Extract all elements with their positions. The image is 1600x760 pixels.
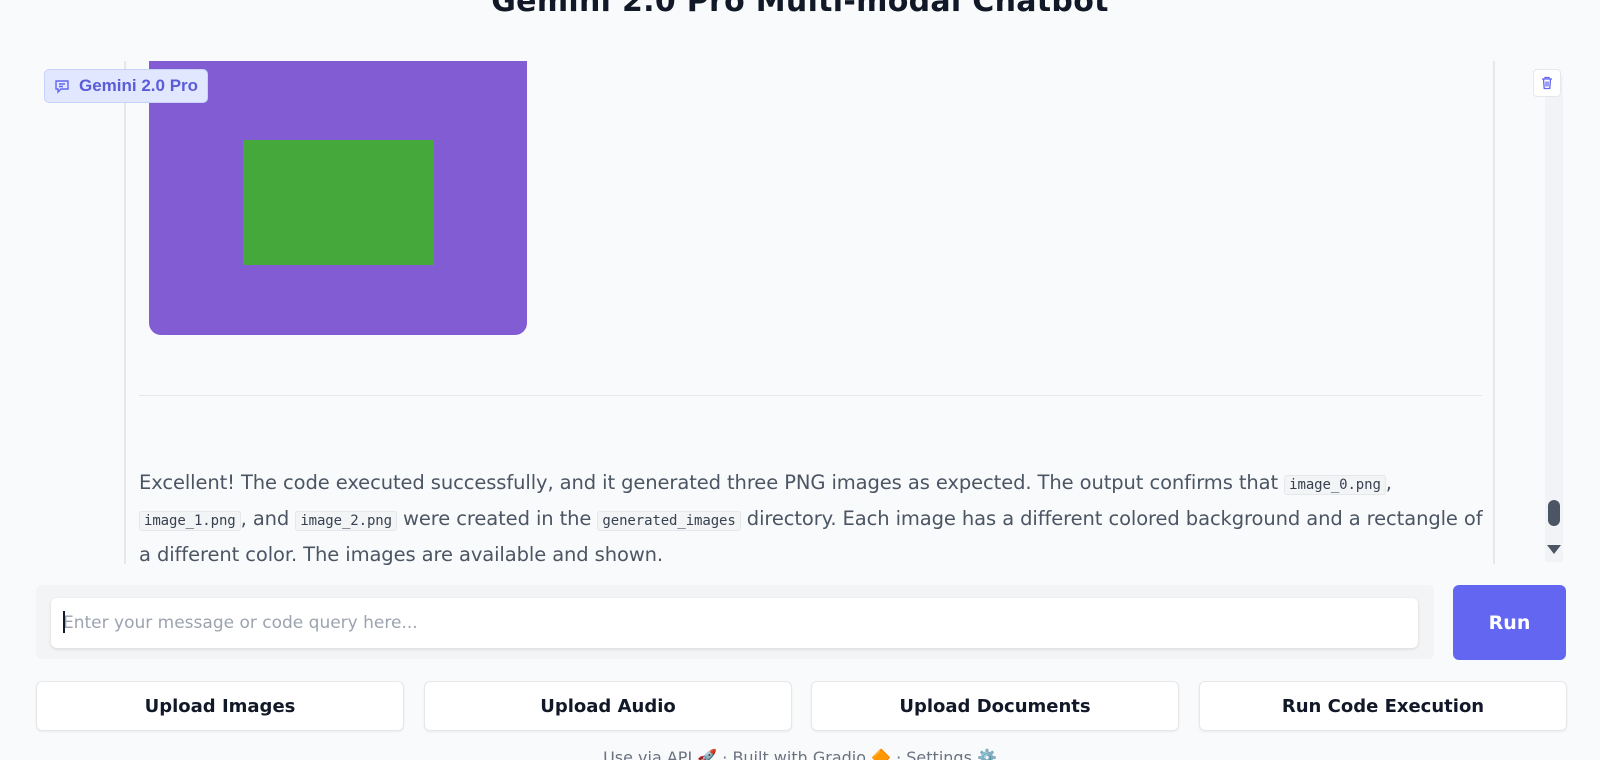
run-code-execution-button[interactable]: Run Code Execution <box>1199 681 1567 731</box>
chatbot-label-text: Gemini 2.0 Pro <box>79 76 199 95</box>
upload-audio-button[interactable]: Upload Audio <box>424 681 792 731</box>
message-text: were created in the <box>396 507 598 530</box>
message-text: , <box>1385 471 1392 494</box>
message-rail-right <box>1493 61 1495 564</box>
chat-scrollbar[interactable] <box>1545 75 1563 562</box>
generated-image-rectangle <box>243 140 434 265</box>
scroll-down-arrow[interactable] <box>1547 545 1561 554</box>
text-caret <box>63 611 65 633</box>
message-text: , and <box>240 507 296 530</box>
inline-code: generated_images <box>597 511 741 531</box>
clear-chat-button[interactable] <box>1533 69 1561 97</box>
footer: Use via API 🚀 · Built with Gradio 🔶 · Se… <box>603 748 997 760</box>
trash-icon <box>1542 76 1552 90</box>
page-title: Gemini 2.0 Pro Multi-modal Chatbot <box>491 0 1109 19</box>
chat-bubble-icon <box>55 80 69 94</box>
upload-images-button[interactable]: Upload Images <box>36 681 404 731</box>
message-rail-left <box>124 61 126 564</box>
message-input[interactable] <box>51 598 1418 648</box>
run-button[interactable]: Run <box>1453 585 1566 660</box>
inline-code: image_0.png <box>1284 475 1386 495</box>
bot-message: Excellent! The code executed successfull… <box>139 466 1489 571</box>
chatbot-label: Gemini 2.0 Pro <box>44 69 209 103</box>
message-divider <box>139 395 1482 396</box>
message-text: Excellent! The code executed successfull… <box>139 471 1285 494</box>
upload-documents-button[interactable]: Upload Documents <box>811 681 1179 731</box>
inline-code: image_2.png <box>295 511 397 531</box>
inline-code: image_1.png <box>139 511 241 531</box>
scrollbar-thumb[interactable] <box>1548 500 1560 526</box>
